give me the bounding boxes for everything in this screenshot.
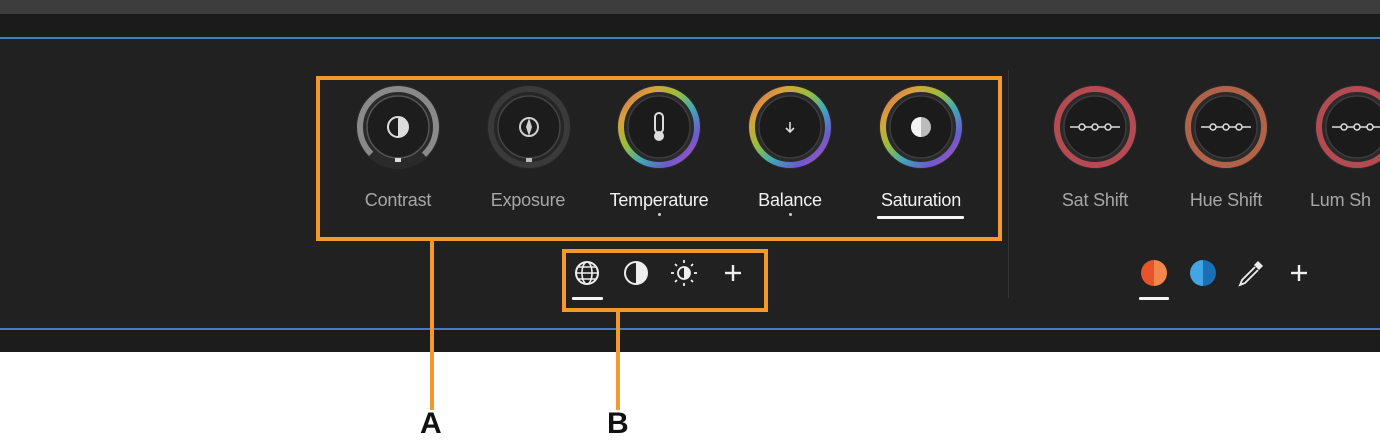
callout-a-leader [430, 237, 434, 410]
hue-shift-label: Hue Shift [1189, 190, 1263, 210]
orange-swatch-underline [1139, 297, 1169, 300]
section-divider [1008, 70, 1009, 298]
top-blue-rule [0, 37, 1380, 39]
plus-icon[interactable] [1284, 258, 1314, 288]
lum-shift-label: Lum Sh [1310, 190, 1371, 210]
callout-b-label: B [607, 407, 629, 440]
window-top-strip [0, 0, 1380, 14]
callout-box-a [316, 76, 1002, 241]
panel-footer-strip [0, 330, 1380, 352]
blue-swatch-icon[interactable] [1188, 258, 1218, 288]
eyedropper-icon[interactable] [1236, 258, 1266, 288]
callout-b-leader [616, 308, 620, 410]
callout-a-label: A [420, 407, 442, 440]
callout-box-b [562, 249, 768, 312]
orange-swatch-icon[interactable] [1139, 258, 1169, 288]
hue-shift-wheel[interactable] [1181, 82, 1271, 172]
panel-header-strip [0, 14, 1380, 37]
sat-shift-wheel[interactable] [1050, 82, 1140, 172]
lum-shift-wheel[interactable] [1312, 82, 1380, 172]
sat-shift-label: Sat Shift [1061, 190, 1129, 210]
